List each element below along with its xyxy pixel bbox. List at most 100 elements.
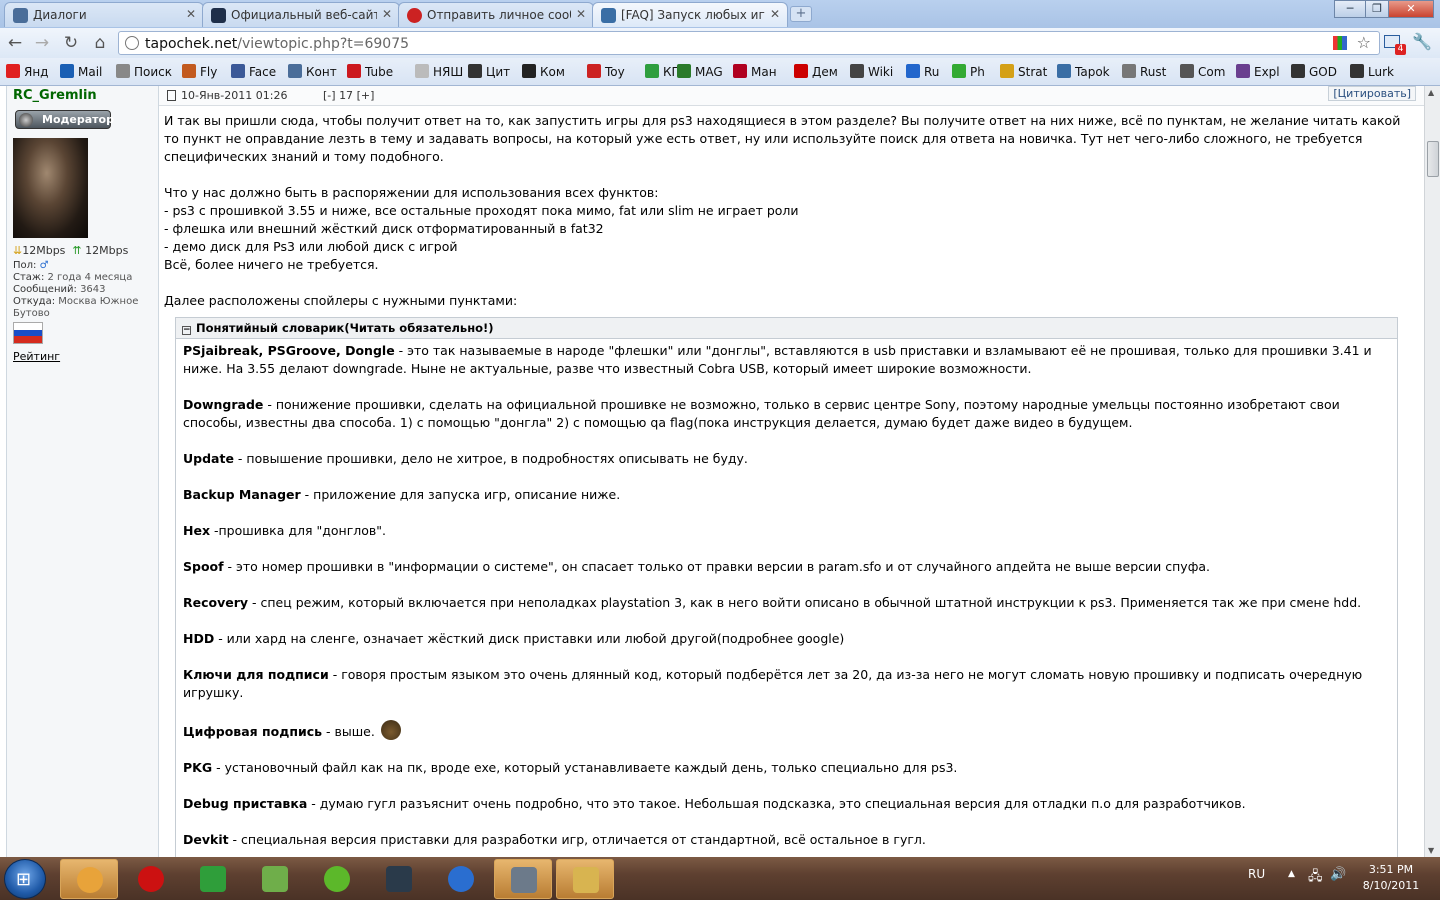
bookmark-5[interactable]: Конт: [288, 64, 337, 82]
bookmark-icon: [347, 64, 361, 78]
start-button[interactable]: ⊞: [4, 859, 46, 899]
bookmark-0[interactable]: Янд: [6, 64, 48, 82]
home-icon[interactable]: ⌂: [89, 32, 111, 54]
post-date[interactable]: 10-Янв-2011 01:26: [181, 89, 287, 102]
forward-icon[interactable]: →: [31, 32, 53, 54]
bookmark-1[interactable]: Mail: [60, 64, 102, 82]
bookmark-icon: [677, 64, 691, 78]
font-decrease-button[interactable]: [-]: [323, 89, 336, 102]
clock[interactable]: 3:51 PM 8/10/2011: [1352, 862, 1430, 894]
scroll-up-icon[interactable]: ▲: [1428, 88, 1434, 97]
glossary-desc: - выше.: [322, 724, 375, 739]
smiley-icon: [380, 720, 401, 740]
stat-from: Откуда: Москва Южное Бутово: [13, 296, 139, 319]
rating-link[interactable]: Рейтинг: [13, 350, 60, 363]
scroll-down-icon[interactable]: ▼: [1428, 846, 1434, 855]
volume-icon[interactable]: 🔊: [1330, 867, 1346, 882]
bookmark-3[interactable]: Fly: [182, 64, 217, 82]
tray-expand-icon[interactable]: ▲: [1288, 869, 1295, 879]
glossary-term: Цифровая подпись: [183, 724, 323, 739]
taskbar-chrome[interactable]: [60, 859, 118, 899]
bookmark-10[interactable]: Toy: [587, 64, 625, 82]
taskbar-totalcmd[interactable]: [246, 859, 304, 899]
scrollbar-thumb[interactable]: [1427, 141, 1439, 177]
glossary-term: Spoof: [183, 559, 224, 574]
post: 10-Янв-2011 01:26 [-] 17 [+] [Цитировать…: [159, 86, 1424, 857]
taskbar-itunes[interactable]: [432, 859, 490, 899]
bookmark-icon: [116, 64, 130, 78]
bookmark-20[interactable]: Rust: [1122, 64, 1166, 82]
tapochek-icon: [407, 8, 422, 23]
taskbar-steam[interactable]: [370, 859, 428, 899]
address-bar[interactable]: tapochek.net/viewtopic.php?t=69075 ☆: [118, 31, 1380, 55]
bookmark-4[interactable]: Face: [231, 64, 276, 82]
back-icon[interactable]: ←: [4, 32, 26, 54]
bookmark-22[interactable]: Expl: [1236, 64, 1280, 82]
opera-icon: [138, 866, 164, 892]
bookmark-2[interactable]: Поиск: [116, 64, 172, 82]
quote-button[interactable]: [Цитировать]: [1328, 86, 1416, 101]
bookmark-17[interactable]: Ph: [952, 64, 985, 82]
bookmark-16[interactable]: Ru: [906, 64, 939, 82]
bookmark-12[interactable]: MAG: [677, 64, 723, 82]
vk-icon: [13, 8, 28, 23]
close-icon[interactable]: ✕: [770, 7, 780, 21]
vertical-scrollbar[interactable]: ▲ ▼: [1424, 86, 1440, 857]
glossary-term: HDD: [183, 631, 215, 646]
wrench-icon[interactable]: 🔧: [1412, 32, 1432, 51]
taskbar-opera[interactable]: [122, 859, 180, 899]
bookmark-9[interactable]: Ком: [522, 64, 565, 82]
collapse-icon[interactable]: −: [182, 326, 191, 335]
requirement-item: - флешка или внешний жёсткий диск отформ…: [164, 221, 604, 236]
glossary-entry: Downgrade - понижение прошивки, сделать …: [183, 396, 1393, 432]
extension-icon[interactable]: [1333, 36, 1347, 50]
tab-faq[interactable]: [FAQ] Запуск любых игр и ✕: [592, 2, 788, 27]
maximize-button[interactable]: ❐: [1365, 0, 1389, 18]
bookmark-18[interactable]: Strat: [1000, 64, 1047, 82]
post-icon[interactable]: [167, 90, 176, 101]
bookmark-15[interactable]: Wiki: [850, 64, 893, 82]
stat-messages: Сообщений: 3643: [13, 284, 106, 295]
bookmark-11[interactable]: КГ: [645, 64, 679, 82]
spoiler-body: PSjaibreak, PSGroove, Dongle - это так н…: [183, 342, 1393, 849]
glossary-entry: Recovery - спец режим, который включаетс…: [183, 594, 1393, 612]
glossary-term: PKG: [183, 760, 213, 775]
close-icon[interactable]: ✕: [186, 7, 196, 21]
bookmark-21[interactable]: Com: [1180, 64, 1225, 82]
bookmark-14[interactable]: Дем: [794, 64, 838, 82]
glossary-desc: -прошивка для "донглов".: [210, 523, 386, 538]
glossary-entry: HDD - или хард на сленге, означает жёстк…: [183, 630, 1393, 648]
bookmark-7[interactable]: НЯШ: [415, 64, 463, 82]
tab-dialogs[interactable]: Диалоги ✕: [4, 2, 204, 27]
language-indicator[interactable]: RU: [1248, 867, 1265, 881]
bookmark-8[interactable]: Цит: [468, 64, 510, 82]
glossary-desc: - спец режим, который включается при неп…: [248, 595, 1362, 610]
tab-playstation[interactable]: Официальный веб-сайт Pl ✕: [202, 2, 400, 27]
post-header: 10-Янв-2011 01:26 [-] 17 [+] [Цитировать…: [159, 86, 1424, 106]
network-icon[interactable]: 🖧: [1308, 867, 1323, 889]
bookmark-23[interactable]: GOD: [1291, 64, 1337, 82]
spoiler-header[interactable]: − Понятийный словарик(Читать обязательно!…: [176, 318, 1397, 339]
glossary-entry: PKG - установочный файл как на пк, вроде…: [183, 759, 1393, 777]
close-icon[interactable]: ✕: [382, 7, 392, 21]
star-icon[interactable]: ☆: [1357, 33, 1371, 52]
totalcmd-icon: [262, 866, 288, 892]
taskbar-icq[interactable]: [308, 859, 366, 899]
minimize-button[interactable]: ─: [1334, 0, 1366, 18]
taskbar-utorrent[interactable]: [184, 859, 242, 899]
bookmark-6[interactable]: Tube: [347, 64, 393, 82]
close-icon[interactable]: ✕: [576, 7, 586, 21]
glossary-entry: Hex -прошивка для "донглов".: [183, 522, 1393, 540]
username[interactable]: RC_Gremlin: [13, 88, 97, 103]
reload-icon[interactable]: ↻: [60, 32, 82, 54]
bookmark-13[interactable]: Ман: [733, 64, 777, 82]
bookmark-24[interactable]: Lurk: [1350, 64, 1394, 82]
spoiler-glossary: − Понятийный словарик(Читать обязательно!…: [175, 317, 1398, 857]
taskbar-explorer[interactable]: [556, 859, 614, 899]
font-increase-button[interactable]: [+]: [357, 89, 375, 102]
new-tab-button[interactable]: +: [790, 6, 812, 22]
window-close-button[interactable]: ✕: [1388, 0, 1434, 18]
taskbar-tool[interactable]: [494, 859, 552, 899]
bookmark-19[interactable]: Tapok: [1057, 64, 1110, 82]
tab-send-message[interactable]: Отправить личное сообщ ✕: [398, 2, 594, 27]
